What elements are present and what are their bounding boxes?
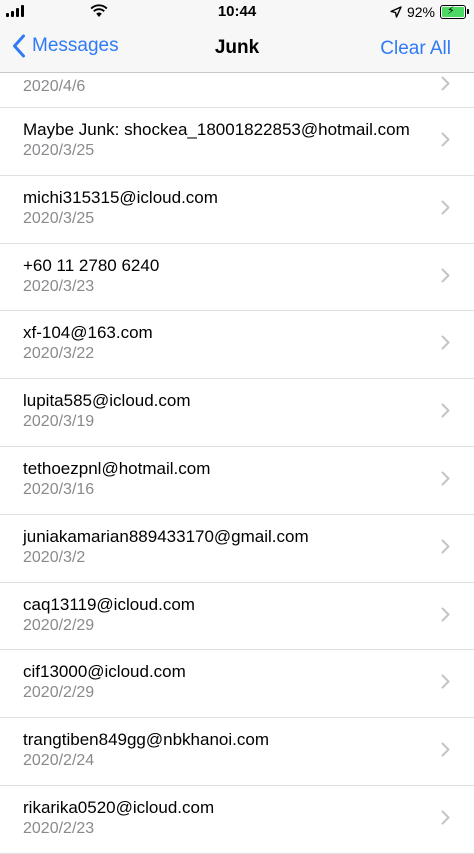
message-sender: michi315315@icloud.com — [23, 187, 218, 207]
message-sender: xf-104@163.com — [23, 323, 153, 343]
list-item[interactable]: rikarika0520@icloud.com 2020/2/23 — [0, 786, 474, 854]
chevron-right-icon — [441, 674, 450, 689]
list-item[interactable]: xf-104@163.com 2020/3/22 — [0, 311, 474, 380]
navigation-bar: Messages Junk Clear All — [0, 24, 474, 73]
message-date: 2020/2/29 — [23, 616, 95, 634]
message-date: 2020/2/29 — [23, 684, 95, 702]
chevron-right-icon — [441, 76, 450, 91]
list-item[interactable]: Maybe Junk: shockea_18001822853@hotmail.… — [0, 108, 474, 176]
chevron-right-icon — [441, 471, 450, 486]
chevron-right-icon — [441, 607, 450, 622]
chevron-right-icon — [441, 742, 450, 757]
message-date: 2020/4/6 — [23, 78, 86, 95]
list-item[interactable]: trangtiben849gg@nbkhanoi.com 2020/2/24 — [0, 718, 474, 786]
list-item[interactable]: tethoezpnl@hotmail.com 2020/3/16 — [0, 447, 474, 515]
message-date: 2020/3/2 — [23, 548, 86, 566]
location-icon — [390, 6, 402, 18]
chevron-right-icon — [441, 132, 450, 147]
chevron-right-icon — [441, 539, 450, 554]
list-item[interactable]: caq13119@icloud.com 2020/2/29 — [0, 583, 474, 651]
message-sender: caq13119@icloud.com — [23, 594, 195, 614]
message-sender: lupita585@icloud.com — [23, 391, 191, 411]
chevron-right-icon — [441, 200, 450, 215]
message-sender: rikarika0520@icloud.com — [23, 797, 215, 817]
message-sender: juniakamarian889433170@gmail.com — [23, 526, 309, 546]
list-item[interactable]: cif13000@icloud.com 2020/2/29 — [0, 650, 474, 719]
list-item[interactable]: juniakamarian889433170@gmail.com 2020/3/… — [0, 515, 474, 583]
message-sender: cif13000@icloud.com — [23, 662, 186, 682]
message-date: 2020/2/23 — [23, 819, 95, 837]
list-item[interactable]: +60 11 2780 6240 2020/3/23 — [0, 244, 474, 312]
clear-all-button[interactable]: Clear All — [380, 38, 451, 60]
message-sender: tethoezpnl@hotmail.com — [23, 458, 211, 478]
message-sender: trangtiben849gg@nbkhanoi.com — [23, 730, 269, 750]
message-sender: Maybe Junk: shockea_18001822853@hotmail.… — [23, 120, 410, 139]
chevron-right-icon — [441, 810, 450, 825]
chevron-right-icon — [441, 403, 450, 418]
battery-icon: ⚡ — [440, 5, 469, 19]
list-item[interactable]: 2020/4/6 — [0, 73, 474, 108]
junk-message-list: 2020/4/6 Maybe Junk: shockea_18001822853… — [0, 73, 474, 854]
message-sender: +60 11 2780 6240 — [23, 255, 160, 275]
list-item[interactable]: michi315315@icloud.com 2020/3/25 — [0, 176, 474, 244]
battery-percent: 92% — [406, 4, 435, 20]
list-item[interactable]: lupita585@icloud.com 2020/3/19 — [0, 379, 474, 447]
status-bar: 10:44 92% ⚡ — [0, 0, 474, 24]
message-date: 2020/3/19 — [23, 413, 95, 431]
message-date: 2020/3/22 — [23, 345, 95, 363]
message-date: 2020/3/25 — [23, 142, 95, 159]
message-date: 2020/3/25 — [23, 209, 95, 227]
message-date: 2020/3/23 — [23, 277, 95, 295]
chevron-right-icon — [441, 268, 450, 283]
message-date: 2020/2/24 — [23, 752, 95, 770]
chevron-right-icon — [441, 335, 450, 350]
message-date: 2020/3/16 — [23, 480, 95, 498]
